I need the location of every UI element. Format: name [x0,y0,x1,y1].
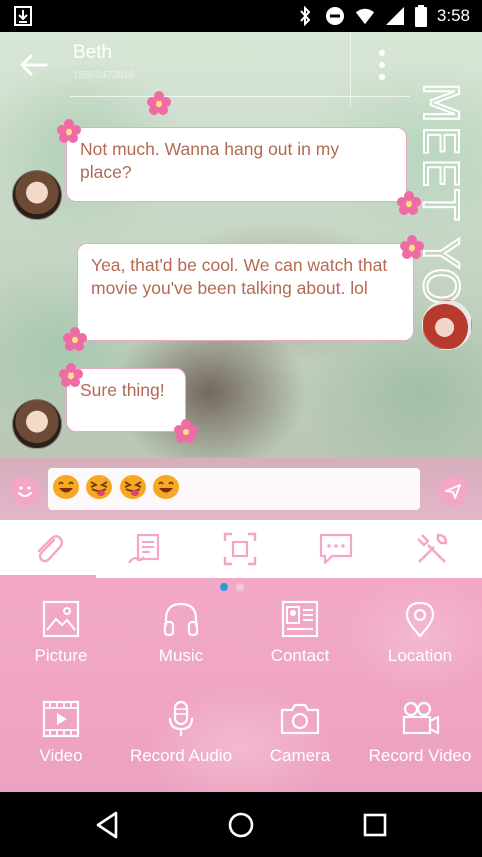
picture-icon [42,600,80,638]
decorative-line [70,96,410,97]
message-bubble-incoming[interactable]: Sure thing! [66,368,186,432]
flower-decoration-icon [397,191,421,215]
attach-record-video[interactable]: Record Video [360,700,480,780]
contact-number: 15663473816 [73,70,135,81]
system-nav-bar [0,792,482,857]
overflow-menu-icon[interactable] [372,48,392,82]
attach-label: Camera [269,746,331,765]
tab-attachments[interactable] [0,520,96,578]
composer-bar [0,458,482,520]
camera-icon [280,703,320,735]
attach-camera[interactable]: Camera [240,700,360,780]
tab-tools[interactable] [384,520,480,578]
headphones-icon [163,602,199,637]
page-indicator[interactable] [220,583,260,593]
attach-label: Contact [270,646,330,665]
do-not-disturb-icon [325,7,344,25]
smiley-icon[interactable] [11,477,39,505]
message-text: Sure thing! [80,380,165,400]
video-icon [42,700,80,738]
microphone-icon [168,700,194,736]
attach-label: Location [387,646,453,665]
chat-area[interactable]: Beth 15663473816 MEET YOU Not much. Wann… [0,32,482,458]
back-arrow-icon[interactable] [16,52,50,78]
tab-quick-reply[interactable] [288,520,384,578]
flower-decoration-icon [147,91,171,115]
attach-video[interactable]: Video [1,700,121,780]
download-icon [14,6,32,26]
page-dot-active [220,583,228,591]
wifi-icon [355,8,374,25]
flower-decoration-icon [174,419,198,443]
nav-home-icon[interactable] [225,809,257,841]
tools-icon [417,533,448,563]
nav-back-icon[interactable] [92,809,124,841]
attach-label: Video [39,746,83,765]
grinning-face-emoji-icon [153,475,180,499]
attach-picture[interactable]: Picture [1,600,121,680]
squinting-tongue-emoji-icon [119,475,146,499]
attach-label: Record Audio [129,746,233,765]
attach-label: Music [158,646,204,665]
message-input[interactable] [48,468,420,510]
screenshot-icon [223,532,257,566]
tab-screenshot[interactable] [192,520,288,578]
flower-decoration-icon [59,363,83,387]
attach-contact[interactable]: Contact [240,600,360,680]
contact-card-icon [281,600,319,638]
paperclip-icon [37,534,64,562]
grinning-face-emoji-icon [53,475,79,499]
attachment-panel: Picture Music Contact Location Video Rec… [0,578,482,792]
flower-decoration-icon [400,235,424,259]
contact-name[interactable]: Beth [73,42,112,64]
attach-label: Record Video [368,746,472,765]
flower-decoration-icon [63,327,87,351]
attach-music[interactable]: Music [121,600,241,680]
signature-icon [128,533,160,564]
attach-label: Picture [34,646,88,665]
quick-reply-icon [319,533,353,565]
attach-location[interactable]: Location [360,600,480,680]
bluetooth-icon [300,6,311,26]
message-bubble-incoming[interactable]: Not much. Wanna hang out in my place? [66,127,407,202]
contact-avatar[interactable] [12,170,62,220]
status-bar: 3:58 [0,0,482,32]
nav-recents-icon[interactable] [359,809,391,841]
battery-icon [414,5,427,27]
video-camera-icon [402,701,440,735]
message-bubble-outgoing[interactable]: Yea, that'd be cool. We can watch that m… [77,243,414,341]
message-text: Not much. Wanna hang out in my place? [80,139,340,182]
tab-signature[interactable] [96,520,192,578]
message-text: Yea, that'd be cool. We can watch that m… [91,255,388,298]
attach-record-audio[interactable]: Record Audio [121,700,241,780]
location-pin-icon [405,601,435,638]
squinting-tongue-emoji-icon [86,475,113,499]
status-time: 3:58 [436,6,470,25]
signal-icon [385,7,404,25]
contact-avatar[interactable] [12,399,62,449]
flower-decoration-icon [57,119,81,143]
tool-tab-bar [0,520,482,578]
page-dot [236,583,244,591]
user-avatar[interactable] [422,300,472,350]
send-icon[interactable] [438,476,468,506]
